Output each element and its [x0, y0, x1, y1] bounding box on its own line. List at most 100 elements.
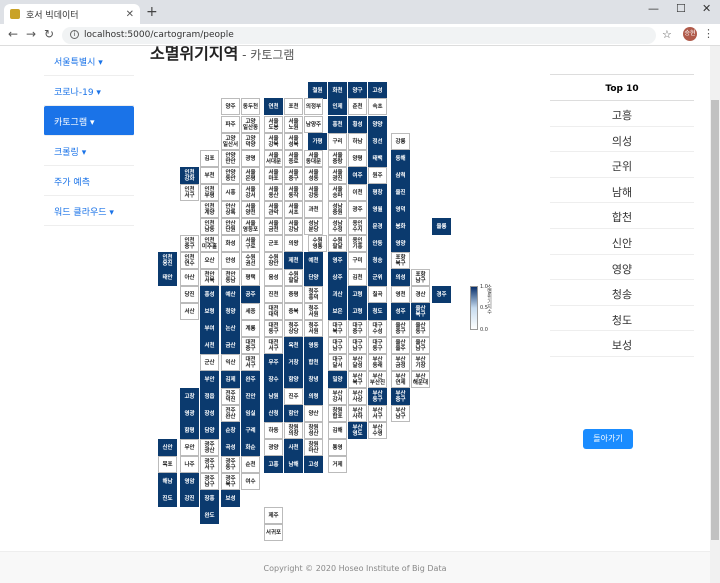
region-cell[interactable]: 서울 노원 — [284, 116, 303, 133]
region-cell[interactable]: 제천 — [284, 252, 303, 269]
region-cell[interactable]: 부산 연제 — [391, 371, 410, 388]
region-cell[interactable]: 장수 — [264, 371, 283, 388]
sidebar-item[interactable]: 코로나-19 ▾ — [44, 76, 134, 106]
region-cell[interactable]: 칠곡 — [368, 286, 387, 303]
region-cell[interactable]: 대전 서구 — [264, 337, 283, 354]
region-cell[interactable]: 양산 — [304, 405, 323, 422]
region-cell[interactable]: 태안 — [158, 269, 177, 286]
region-cell[interactable]: 수원 장안 — [264, 252, 283, 269]
region-cell[interactable]: 오산 — [200, 252, 219, 269]
region-cell[interactable]: 서울 서초 — [284, 201, 303, 218]
region-cell[interactable]: 울진 — [391, 184, 410, 201]
region-cell[interactable]: 양양 — [368, 116, 387, 133]
region-cell[interactable]: 강진 — [180, 490, 199, 507]
region-cell[interactable]: 익산 — [221, 354, 240, 371]
region-cell[interactable]: 임실 — [241, 405, 260, 422]
region-cell[interactable]: 청주 서원 — [304, 303, 323, 320]
region-cell[interactable]: 부산 동래 — [368, 354, 387, 371]
region-cell[interactable]: 군산 — [200, 354, 219, 371]
region-cell[interactable]: 광주 동구 — [221, 456, 240, 473]
region-cell[interactable]: 서울 관악 — [264, 201, 283, 218]
region-cell[interactable]: 사천 — [284, 439, 303, 456]
region-cell[interactable]: 대구 달서 — [328, 354, 347, 371]
sidebar-item[interactable]: 워드 클라우드 ▾ — [44, 196, 134, 226]
region-cell[interactable]: 대구 남구 — [348, 337, 367, 354]
region-cell[interactable]: 단양 — [304, 269, 323, 286]
region-cell[interactable]: 화순 — [241, 439, 260, 456]
region-cell[interactable]: 대전 동구 — [264, 320, 283, 337]
region-cell[interactable]: 청주 상당 — [284, 320, 303, 337]
region-cell[interactable]: 남원 — [264, 388, 283, 405]
region-cell[interactable]: 창원 마산 — [304, 439, 323, 456]
region-cell[interactable]: 고양 일산동 — [241, 116, 260, 133]
region-cell[interactable]: 공주 — [241, 286, 260, 303]
region-cell[interactable]: 울산 동구 — [411, 320, 430, 337]
region-cell[interactable]: 인천 미추홀 — [200, 235, 219, 252]
region-cell[interactable]: 서울 서대문 — [264, 150, 283, 167]
region-cell[interactable]: 부산 중구 — [391, 388, 410, 405]
region-cell[interactable]: 연천 — [264, 98, 283, 115]
region-cell[interactable]: 광주 광산 — [200, 439, 219, 456]
region-cell[interactable]: 남해 — [284, 456, 303, 473]
region-cell[interactable]: 서울 구로 — [241, 235, 260, 252]
region-cell[interactable]: 부산 기장 — [411, 354, 430, 371]
region-cell[interactable]: 시흥 — [221, 184, 240, 201]
region-cell[interactable]: 계룡 — [241, 320, 260, 337]
region-cell[interactable]: 여수 — [241, 473, 260, 490]
region-cell[interactable]: 증평 — [284, 286, 303, 303]
region-cell[interactable]: 포항 북구 — [391, 252, 410, 269]
region-cell[interactable]: 포천 — [284, 98, 303, 115]
region-cell[interactable]: 울산 중구 — [391, 320, 410, 337]
browser-tab[interactable]: 호서 빅데이터 ✕ — [4, 4, 140, 24]
region-cell[interactable]: 의정부 — [304, 98, 323, 115]
region-cell[interactable]: 원주 — [368, 167, 387, 184]
region-cell[interactable]: 순천 — [241, 456, 260, 473]
region-cell[interactable]: 부천 — [200, 167, 219, 184]
region-cell[interactable]: 포항 남구 — [411, 269, 430, 286]
region-cell[interactable]: 창원 합포 — [328, 405, 347, 422]
region-cell[interactable]: 천안 동남 — [221, 269, 240, 286]
region-cell[interactable]: 남양주 — [304, 116, 323, 133]
region-cell[interactable]: 울산 북구 — [411, 303, 430, 320]
region-cell[interactable]: 거제 — [328, 456, 347, 473]
region-cell[interactable]: 강릉 — [391, 133, 410, 150]
region-cell[interactable]: 논산 — [221, 320, 240, 337]
region-cell[interactable]: 서울 용산 — [264, 184, 283, 201]
region-cell[interactable]: 부산 영도 — [348, 422, 367, 439]
region-cell[interactable]: 횡성 — [348, 116, 367, 133]
region-cell[interactable]: 동두천 — [241, 98, 260, 115]
bookmark-star-icon[interactable]: ☆ — [662, 28, 672, 41]
region-cell[interactable]: 영천 — [391, 286, 410, 303]
region-cell[interactable]: 당진 — [180, 286, 199, 303]
region-cell[interactable]: 광주 서구 — [200, 456, 219, 473]
region-cell[interactable]: 대구 수성 — [368, 320, 387, 337]
region-cell[interactable]: 창원 의창 — [284, 422, 303, 439]
back-arrow-icon[interactable]: ← — [8, 27, 18, 41]
region-cell[interactable]: 구미 — [348, 252, 367, 269]
region-cell[interactable]: 서울 영등포 — [241, 218, 260, 235]
region-cell[interactable]: 이천 — [348, 184, 367, 201]
region-cell[interactable]: 울산 울주 — [391, 337, 410, 354]
sidebar-item[interactable]: 카토그램 ▾ — [44, 106, 134, 136]
region-cell[interactable]: 장흥 — [200, 490, 219, 507]
region-cell[interactable]: 정선 — [368, 133, 387, 150]
region-cell[interactable]: 철원 — [308, 82, 327, 99]
region-cell[interactable]: 서울 광진 — [328, 167, 347, 184]
region-cell[interactable]: 부여 — [200, 320, 219, 337]
region-cell[interactable]: 부산 부산진 — [368, 371, 387, 388]
region-cell[interactable]: 부산 수영 — [368, 422, 387, 439]
region-cell[interactable]: 괴산 — [328, 286, 347, 303]
region-cell[interactable]: 고양 일산서 — [221, 133, 240, 150]
region-cell[interactable]: 서산 — [180, 303, 199, 320]
region-cell[interactable]: 상주 — [328, 269, 347, 286]
maximize-icon[interactable]: ☐ — [676, 2, 686, 15]
region-cell[interactable]: 경산 — [411, 286, 430, 303]
region-cell[interactable]: 서울 마포 — [264, 167, 283, 184]
region-cell[interactable]: 나주 — [180, 456, 199, 473]
region-cell[interactable]: 인천 옹진 — [158, 252, 177, 269]
region-cell[interactable]: 서울 종로 — [284, 150, 303, 167]
region-cell[interactable]: 광주 북구 — [221, 473, 240, 490]
region-cell[interactable]: 창원 성산 — [304, 422, 323, 439]
region-cell[interactable]: 정읍 — [200, 388, 219, 405]
region-cell[interactable]: 성남 중원 — [328, 201, 347, 218]
